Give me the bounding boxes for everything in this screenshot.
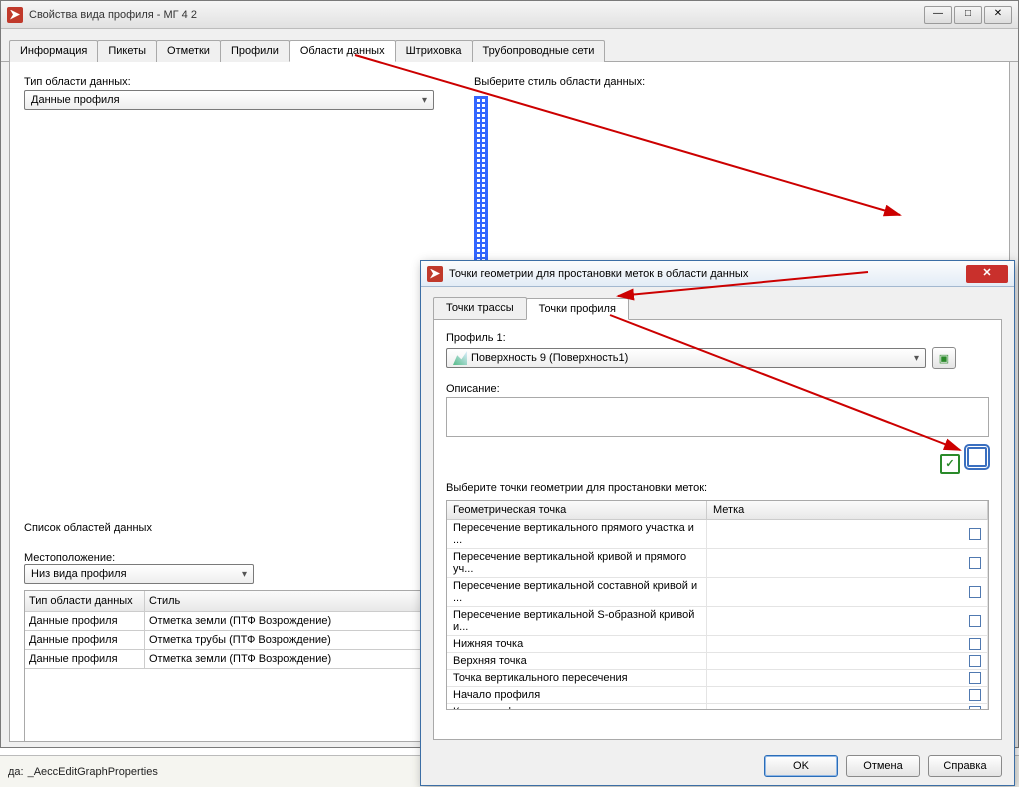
main-titlebar: Свойства вида профиля - МГ 4 2 — □ ✕ [1,1,1018,29]
geom-mark-checkbox[interactable] [969,586,981,598]
tabstrip: Информация Пикеты Отметки Профили Област… [1,29,1018,62]
col-point-header[interactable]: Геометрическая точка [447,501,707,519]
geom-point-name: Верхняя точка [447,653,707,669]
description-input[interactable] [446,397,989,437]
tab-pickets[interactable]: Пикеты [97,40,157,62]
location-value: Низ вида профиля [31,568,127,580]
data-type-select[interactable]: Данные профиля [24,90,434,110]
description-label: Описание: [446,383,989,395]
geom-row[interactable]: Конец профиля [447,704,988,710]
dialog-tab-content: Профиль 1: Поверхность 9 (Поверхность1) … [433,320,1002,740]
tab-info[interactable]: Информация [9,40,98,62]
geom-mark-checkbox[interactable] [969,638,981,650]
geom-row[interactable]: Начало профиля [447,687,988,704]
app-icon [7,7,23,23]
geom-mark-checkbox[interactable] [969,655,981,667]
clear-all-button[interactable] [967,447,987,467]
geom-row[interactable]: Точка вертикального пересечения [447,670,988,687]
geom-grid-label: Выберите точки геометрии для простановки… [446,482,989,494]
geom-row[interactable]: Пересечение вертикальной составной криво… [447,578,988,607]
geom-point-name: Нижняя точка [447,636,707,652]
cell-style: Отметка земли (ПТФ Возрождение) [145,650,435,668]
maximize-button[interactable]: □ [954,6,982,24]
tab-profile-points[interactable]: Точки профиля [526,298,629,320]
geom-point-name: Конец профиля [447,704,707,710]
geom-point-name: Точка вертикального пересечения [447,670,707,686]
geom-mark-checkbox[interactable] [969,672,981,684]
data-type-label: Тип области данных: [24,76,434,88]
cell-type: Данные профиля [25,612,145,630]
window-buttons: — □ ✕ [924,6,1012,24]
geom-row[interactable]: Нижняя точка [447,636,988,653]
command-text: _AeccEditGraphProperties [28,766,158,778]
col-style-header[interactable]: Стиль [145,591,435,611]
geom-point-name: Пересечение вертикального прямого участк… [447,520,707,548]
style-pick-label: Выберите стиль области данных: [474,76,1010,88]
dialog-title: Точки геометрии для простановки меток в … [449,268,748,280]
geom-mark-checkbox[interactable] [969,689,981,701]
tab-data-areas[interactable]: Области данных [289,40,396,62]
profile-pick-button[interactable]: ▣ [932,347,956,369]
dialog-titlebar: Точки геометрии для простановки меток в … [421,261,1014,287]
tab-hatch[interactable]: Штриховка [395,40,473,62]
profile-label: Профиль 1: [446,332,989,344]
geometry-points-grid: Геометрическая точка Метка Пересечение в… [446,500,989,710]
dialog-close-button[interactable]: ✕ [966,265,1008,283]
geom-row[interactable]: Пересечение вертикального прямого участк… [447,520,988,549]
cell-style: Отметка земли (ПТФ Возрождение) [145,612,435,630]
location-select[interactable]: Низ вида профиля [24,564,254,584]
geom-mark-checkbox[interactable] [969,615,981,627]
tab-profiles[interactable]: Профили [220,40,290,62]
select-all-button[interactable] [940,454,960,474]
col-type-header[interactable]: Тип области данных [25,591,145,611]
col-mark-header[interactable]: Метка [707,501,988,519]
data-type-value: Данные профиля [31,94,120,106]
command-prefix: да: [8,766,24,778]
pick-icon: ▣ [939,352,949,365]
close-button[interactable]: ✕ [984,6,1012,24]
geom-row[interactable]: Верхняя точка [447,653,988,670]
tab-trace-points[interactable]: Точки трассы [433,297,527,319]
app-icon [427,266,443,282]
geometry-points-dialog: Точки геометрии для простановки меток в … [420,260,1015,786]
profile-select-value: Поверхность 9 (Поверхность1) [471,352,628,364]
geom-row[interactable]: Пересечение вертикальной S-образной крив… [447,607,988,636]
cancel-button[interactable]: Отмена [846,755,920,777]
geom-row[interactable]: Пересечение вертикальной кривой и прямог… [447,549,988,578]
tab-marks[interactable]: Отметки [156,40,221,62]
tab-pipe-networks[interactable]: Трубопроводные сети [472,40,606,62]
geom-point-name: Начало профиля [447,687,707,703]
geom-grid-header: Геометрическая точка Метка [447,501,988,520]
cell-style: Отметка трубы (ПТФ Возрождение) [145,631,435,649]
geom-mark-checkbox[interactable] [969,528,981,540]
profile-select[interactable]: Поверхность 9 (Поверхность1) [446,348,926,368]
help-button[interactable]: Справка [928,755,1002,777]
geom-point-name: Пересечение вертикальной кривой и прямог… [447,549,707,577]
minimize-button[interactable]: — [924,6,952,24]
geom-point-name: Пересечение вертикальной S-образной крив… [447,607,707,635]
geom-mark-checkbox[interactable] [969,706,981,710]
surface-icon [453,351,467,365]
geom-point-name: Пересечение вертикальной составной криво… [447,578,707,606]
cell-type: Данные профиля [25,650,145,668]
window-title: Свойства вида профиля - МГ 4 2 [29,9,197,21]
ok-button[interactable]: OK [764,755,838,777]
cell-type: Данные профиля [25,631,145,649]
location-label: Местоположение: [24,552,115,564]
geom-mark-checkbox[interactable] [969,557,981,569]
dialog-buttons: OK Отмена Справка [764,755,1002,777]
dialog-tabstrip: Точки трассы Точки профиля [433,297,1002,320]
